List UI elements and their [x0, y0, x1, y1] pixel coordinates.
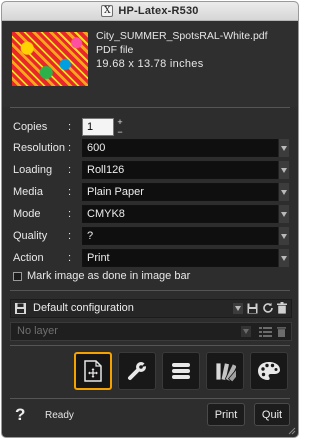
loading-row: Loading : Roll126: [2, 161, 298, 181]
quality-dropdown-button[interactable]: [278, 227, 289, 245]
configuration-dropdown-button[interactable]: [233, 303, 243, 314]
layer-list-icon[interactable]: [259, 326, 272, 337]
page-move-icon: [84, 360, 102, 382]
action-label: Action: [13, 252, 44, 264]
status-text: Ready: [45, 410, 74, 421]
copies-label: Copies: [13, 121, 48, 133]
chevron-down-icon: [281, 167, 287, 173]
mark-done-option[interactable]: Mark image as done in image bar: [13, 270, 190, 282]
layer-dropdown-button[interactable]: [241, 326, 251, 337]
divider: [10, 290, 290, 291]
window-title: HP-Latex-R530: [118, 5, 199, 17]
chevron-down-icon: [281, 233, 287, 239]
loading-colon: :: [68, 164, 72, 176]
media-colon: :: [68, 186, 72, 198]
mode-colon: :: [68, 208, 72, 220]
divider: [10, 107, 290, 108]
mode-dropdown-button[interactable]: [278, 205, 289, 223]
color-swatch-tool-button[interactable]: [206, 352, 244, 390]
action-row: Action : Print: [2, 249, 298, 269]
tool-bar: [74, 352, 288, 390]
decrement-icon[interactable]: −: [116, 128, 124, 137]
refresh-icon[interactable]: [262, 302, 274, 314]
configuration-label: Default configuration: [33, 302, 134, 314]
action-colon: :: [68, 252, 72, 264]
mode-row: Mode : CMYK8: [2, 205, 298, 225]
chevron-down-icon: [235, 306, 241, 311]
mode-select[interactable]: CMYK8: [82, 205, 279, 223]
loading-label: Loading: [13, 164, 53, 176]
file-size: 19.68 x 13.78 inches: [96, 58, 204, 70]
layout-tool-button[interactable]: [74, 352, 112, 390]
layer-select[interactable]: No layer: [10, 322, 292, 341]
resize-grip-icon[interactable]: [286, 425, 296, 435]
color-palette-tool-button[interactable]: [250, 352, 288, 390]
copies-stepper[interactable]: + −: [116, 118, 124, 137]
wrench-icon: [128, 362, 147, 380]
app-window: X HP-Latex-R530 City_SUMMER_SpotsRAL-Whi…: [1, 1, 299, 438]
quality-row: Quality : ?: [2, 227, 298, 247]
increment-icon[interactable]: +: [116, 118, 124, 127]
file-type: PDF file: [96, 44, 134, 56]
quality-select[interactable]: ?: [82, 227, 279, 245]
mark-done-label: Mark image as done in image bar: [27, 270, 191, 282]
trash-icon[interactable]: [277, 302, 287, 314]
file-info-panel: City_SUMMER_SpotsRAL-White.pdf PDF file …: [2, 21, 298, 107]
quit-button[interactable]: Quit: [254, 403, 290, 426]
file-name: City_SUMMER_SpotsRAL-White.pdf: [96, 30, 268, 42]
app-icon: X: [101, 5, 114, 17]
chevron-down-icon: [243, 329, 249, 334]
loading-select[interactable]: Roll126: [82, 161, 279, 179]
configuration-select[interactable]: Default configuration: [10, 299, 292, 318]
chevron-down-icon: [281, 211, 287, 217]
chevron-down-icon: [281, 255, 287, 261]
quality-label: Quality: [13, 230, 48, 242]
floppy-disk-icon: [15, 303, 26, 314]
mode-label: Mode: [13, 208, 41, 220]
resolution-colon: :: [68, 142, 72, 154]
action-dropdown-button[interactable]: [278, 249, 289, 267]
media-dropdown-button[interactable]: [278, 183, 289, 201]
trash-icon[interactable]: [277, 326, 286, 337]
copies-colon: :: [68, 121, 72, 133]
resolution-row: Resolution : 600: [2, 139, 298, 159]
list-icon: [172, 363, 190, 379]
help-icon[interactable]: ?: [15, 405, 25, 425]
copies-input[interactable]: 1: [82, 118, 114, 136]
divider: [10, 398, 290, 399]
resolution-select[interactable]: 600: [82, 139, 279, 157]
mark-done-checkbox[interactable]: [13, 271, 22, 281]
palette-icon: [258, 362, 280, 380]
action-select[interactable]: Print: [82, 249, 279, 267]
save-icon[interactable]: [247, 303, 258, 314]
chevron-down-icon: [281, 189, 287, 195]
layer-placeholder: No layer: [17, 325, 58, 337]
settings-tool-button[interactable]: [118, 352, 156, 390]
chevron-down-icon: [281, 145, 287, 151]
divider: [10, 345, 290, 346]
resolution-dropdown-button[interactable]: [278, 139, 289, 157]
file-thumbnail: [12, 32, 88, 86]
quality-colon: :: [68, 230, 72, 242]
copies-row: Copies : 1 + −: [2, 118, 298, 138]
print-button[interactable]: Print: [207, 403, 245, 426]
loading-dropdown-button[interactable]: [278, 161, 289, 179]
media-row: Media : Plain Paper: [2, 183, 298, 203]
media-select[interactable]: Plain Paper: [82, 183, 279, 201]
media-label: Media: [13, 186, 43, 198]
resolution-label: Resolution: [13, 142, 65, 154]
list-tool-button[interactable]: [162, 352, 200, 390]
title-bar: X HP-Latex-R530: [2, 2, 298, 21]
swatch-fan-icon: [215, 362, 236, 382]
